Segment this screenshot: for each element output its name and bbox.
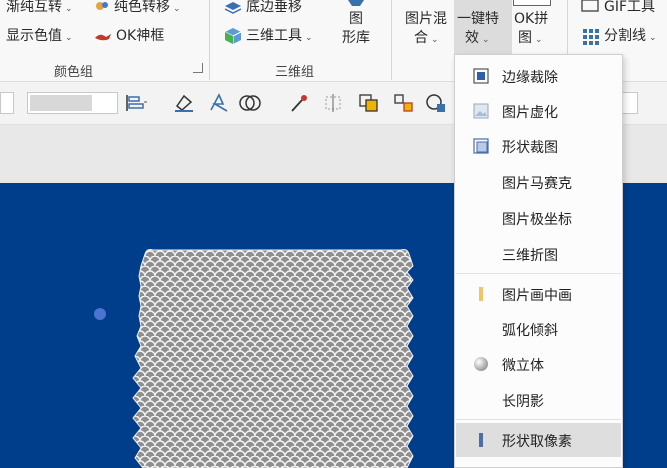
menu-item-shape-crop[interactable]: 形状裁图	[456, 129, 621, 163]
color-group-label: 颜色组	[54, 65, 94, 80]
shape-pixel-icon	[479, 433, 483, 447]
menu-item-picture-in-picture[interactable]: 图片画中画	[456, 277, 621, 311]
menu-item-shape-pixel[interactable]: 形状取像素	[456, 423, 621, 457]
effects-dropdown-menu: 边缘裁除 图片虚化 形状裁图 图片马赛克 图片极坐标 三维折图 图片画中画 弧化…	[454, 54, 623, 468]
menu-item-polar-coordinates[interactable]: 图片极坐标	[456, 201, 621, 235]
image-blend-label-1[interactable]: 图片混	[405, 10, 447, 28]
menu-item-label: 图片画中画	[502, 288, 572, 304]
puzzle-icon	[513, 0, 551, 6]
image-blend-button[interactable]: 合 ⌄	[414, 29, 439, 49]
label: 三维工具	[246, 28, 302, 44]
chevron-down-icon: ⌄	[649, 33, 657, 43]
chevron-down-icon: ⌄	[173, 4, 181, 14]
chevron-down-icon: ⌄	[482, 35, 490, 45]
menu-item-micro-3d[interactable]: 微立体	[456, 347, 621, 381]
shape-library-label-2[interactable]: 形库	[342, 29, 370, 47]
grid-split-icon	[583, 29, 599, 45]
chevron-down-icon: ⌄	[65, 33, 73, 43]
one-click-effects-label-2: 效 ⌄	[465, 30, 490, 46]
label: 合	[414, 30, 428, 46]
align-left-icon[interactable]	[124, 92, 148, 114]
chevron-down-icon: ⌄	[305, 33, 313, 43]
menu-item-label: 弧化倾斜	[502, 323, 558, 339]
menu-item-3d-fold[interactable]: 三维折图	[456, 237, 621, 271]
bottom-edge-move-button[interactable]: 底边垂移	[246, 0, 302, 16]
width-input[interactable]	[27, 92, 118, 114]
magic-lamp-icon	[95, 34, 111, 41]
shape-library-icon	[348, 0, 364, 6]
shape-library-label-1[interactable]: 图	[349, 10, 363, 28]
menu-item-label: 微立体	[502, 358, 544, 374]
menu-item-label: 三维折图	[502, 248, 558, 264]
selection-handle[interactable]	[94, 308, 106, 320]
freeform-icon[interactable]	[207, 92, 231, 114]
label: 底边垂移	[246, 0, 302, 15]
one-click-effects-label-1: 一键特	[457, 11, 499, 27]
shape-crop-icon	[473, 138, 489, 154]
eyedropper-icon[interactable]	[287, 92, 311, 114]
chevron-down-icon: ⌄	[65, 4, 73, 14]
menu-item-label: 长阴影	[502, 394, 544, 410]
label: 图	[518, 30, 532, 46]
menu-item-image-blur[interactable]: 图片虚化	[456, 94, 621, 128]
3d-group-label: 三维组	[275, 65, 315, 80]
menu-item-label: 图片极坐标	[502, 212, 572, 228]
picture-in-picture-icon	[479, 287, 483, 301]
show-color-value-button[interactable]: 显示色值 ⌄	[6, 27, 73, 47]
ok-puzzle-button[interactable]: 图 ⌄	[518, 29, 543, 49]
menu-item-label: 图片虚化	[502, 105, 558, 121]
3d-tools-button[interactable]: 三维工具 ⌄	[246, 27, 313, 47]
menu-item-image-mosaic[interactable]: 图片马赛克	[456, 165, 621, 199]
chevron-down-icon: ⌄	[535, 35, 543, 45]
one-click-effects-button[interactable]: 一键特 效 ⌄	[454, 0, 512, 54]
app-window: 渐纯互转 ⌄ 纯色转移 ⌄ 显示色值 ⌄ OK神框 颜色组 底边垂移 三维工具 ⌄ 图 …	[0, 0, 667, 468]
color-drop-icon	[96, 2, 108, 10]
menu-separator	[456, 419, 621, 420]
group-divider	[391, 0, 392, 80]
rotation-spinner[interactable]	[622, 92, 638, 114]
menu-separator	[456, 273, 621, 274]
gif-tool-button[interactable]: GIF工具	[604, 0, 655, 16]
shape-outline-icon[interactable]	[424, 92, 448, 114]
group-objects-icon[interactable]	[392, 92, 416, 114]
align-distribute-icon[interactable]	[322, 92, 346, 114]
dialog-launcher-icon[interactable]	[193, 63, 203, 73]
menu-item-edge-crop[interactable]: 边缘裁除	[456, 59, 621, 93]
layers-icon	[224, 2, 242, 14]
group-divider	[209, 0, 210, 80]
label: 显示色值	[6, 28, 62, 44]
menu-item-label: 形状裁图	[502, 140, 558, 156]
bring-forward-icon[interactable]	[357, 92, 381, 114]
menu-item-label: 边缘裁除	[502, 70, 558, 86]
menu-item-long-shadow[interactable]: 长阴影	[456, 383, 621, 417]
frame-crop-icon	[473, 68, 489, 84]
width-input-fill	[30, 95, 92, 111]
label: OK神框	[116, 28, 165, 44]
label: 纯色转移	[114, 0, 170, 15]
menu-item-label: 图片马赛克	[502, 176, 572, 192]
image-blur-icon	[473, 103, 489, 119]
label: 渐纯互转	[6, 0, 62, 15]
chevron-down-icon: ⌄	[431, 35, 439, 45]
menu-item-label: 形状取像素	[502, 434, 572, 450]
ok-puzzle-label-1[interactable]: OK拼	[514, 10, 548, 28]
size-spinner[interactable]	[0, 92, 14, 114]
solid-color-transfer-button[interactable]: 纯色转移 ⌄	[114, 0, 181, 18]
split-line-button[interactable]: 分割线 ⌄	[604, 27, 657, 47]
gif-icon	[581, 0, 599, 12]
micro-3d-icon	[474, 357, 488, 371]
menu-item-arc-skew[interactable]: 弧化倾斜	[456, 312, 621, 346]
merge-shapes-icon[interactable]	[238, 92, 262, 114]
cube-icon	[224, 28, 242, 44]
ok-frame-button[interactable]: OK神框	[116, 27, 164, 45]
gradient-solid-swap-button[interactable]: 渐纯互转 ⌄	[6, 0, 73, 18]
pixel-shape-image[interactable]	[125, 246, 425, 468]
label: 分割线	[604, 28, 646, 44]
shape-fill-icon[interactable]	[172, 92, 196, 114]
